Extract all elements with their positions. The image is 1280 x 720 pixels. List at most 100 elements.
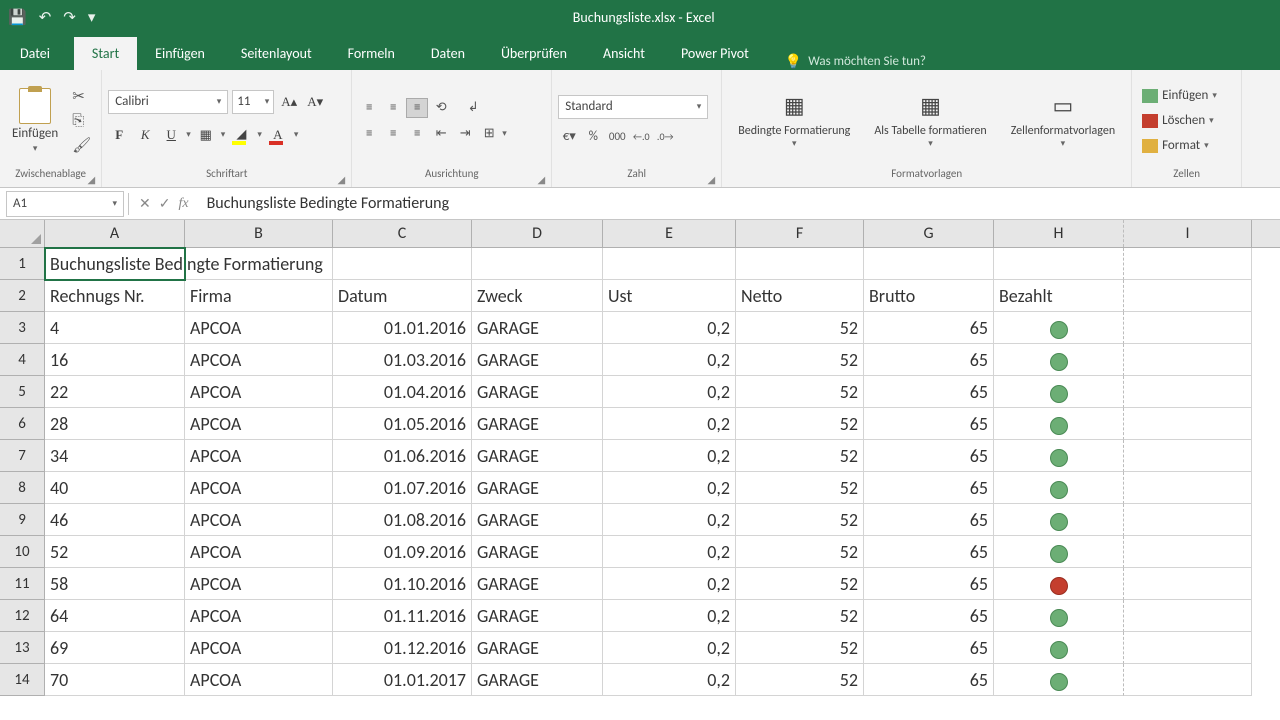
col-header[interactable]: H (994, 220, 1124, 247)
cell[interactable]: 01.07.2016 (333, 472, 472, 504)
cell[interactable]: 52 (736, 408, 864, 440)
cell[interactable]: 52 (736, 632, 864, 664)
cell[interactable]: Netto (736, 280, 864, 312)
cell[interactable]: 01.05.2016 (333, 408, 472, 440)
increase-font-button[interactable]: A▴ (278, 91, 300, 113)
row-header[interactable]: 13 (0, 632, 45, 664)
name-box[interactable]: A1▾ (6, 191, 124, 217)
cell[interactable]: GARAGE (472, 600, 603, 632)
cell[interactable]: 0,2 (603, 536, 736, 568)
row-header[interactable]: 6 (0, 408, 45, 440)
cell[interactable]: 52 (736, 312, 864, 344)
cell[interactable] (1124, 376, 1252, 408)
cell[interactable] (472, 248, 603, 280)
cell[interactable] (994, 664, 1124, 696)
tell-me-search[interactable]: 💡 Was möchten Sie tun? (785, 53, 926, 70)
align-top-button[interactable]: ≡ (358, 98, 380, 118)
cell[interactable] (994, 600, 1124, 632)
cell[interactable] (994, 440, 1124, 472)
cell[interactable]: APCOA (185, 312, 333, 344)
chevron-down-icon[interactable]: ▾ (294, 129, 299, 140)
cell[interactable]: 65 (864, 504, 994, 536)
cell[interactable]: APCOA (185, 536, 333, 568)
row-header[interactable]: 12 (0, 600, 45, 632)
cell[interactable]: 16 (45, 344, 185, 376)
tab-formulas[interactable]: Formeln (330, 37, 413, 70)
merge-center-button[interactable]: ⊞ (478, 124, 500, 144)
cell[interactable]: 52 (736, 472, 864, 504)
redo-icon[interactable]: ↷ (63, 8, 76, 27)
cell[interactable]: 0,2 (603, 312, 736, 344)
cell[interactable]: 01.04.2016 (333, 376, 472, 408)
cell[interactable]: 0,2 (603, 376, 736, 408)
cell[interactable]: APCOA (185, 600, 333, 632)
chevron-down-icon[interactable]: ▾ (257, 129, 262, 140)
wrap-text-button[interactable]: ↲ (462, 98, 484, 118)
percent-format-button[interactable]: % (582, 127, 604, 147)
cell[interactable]: 52 (736, 440, 864, 472)
col-header[interactable]: F (736, 220, 864, 247)
tab-home[interactable]: Start (74, 37, 137, 70)
col-header[interactable]: E (603, 220, 736, 247)
tab-powerpivot[interactable]: Power Pivot (663, 37, 767, 70)
tab-review[interactable]: Überprüfen (483, 37, 585, 70)
cell[interactable]: 0,2 (603, 472, 736, 504)
cell[interactable]: GARAGE (472, 408, 603, 440)
cell[interactable]: APCOA (185, 344, 333, 376)
cell[interactable]: GARAGE (472, 632, 603, 664)
col-header[interactable]: G (864, 220, 994, 247)
cell[interactable]: 52 (736, 600, 864, 632)
cell[interactable] (1124, 440, 1252, 472)
row-header[interactable]: 8 (0, 472, 45, 504)
format-cells-button[interactable]: Format ▾ (1138, 135, 1213, 156)
cell[interactable]: 4 (45, 312, 185, 344)
cell[interactable]: 01.09.2016 (333, 536, 472, 568)
cell[interactable]: 01.11.2016 (333, 600, 472, 632)
row-header[interactable]: 10 (0, 536, 45, 568)
cell[interactable]: GARAGE (472, 472, 603, 504)
row-header[interactable]: 4 (0, 344, 45, 376)
increase-decimal-button[interactable]: ←.0 (630, 127, 652, 147)
align-right-button[interactable]: ≡ (406, 124, 428, 144)
cell[interactable]: APCOA (185, 376, 333, 408)
cell[interactable]: 65 (864, 536, 994, 568)
cell[interactable] (1124, 632, 1252, 664)
cell[interactable]: 0,2 (603, 568, 736, 600)
cell[interactable]: Ust (603, 280, 736, 312)
cell[interactable]: APCOA (185, 440, 333, 472)
cell[interactable]: GARAGE (472, 440, 603, 472)
cell[interactable]: GARAGE (472, 376, 603, 408)
row-header[interactable]: 14 (0, 664, 45, 696)
cell[interactable]: Zweck (472, 280, 603, 312)
cell[interactable] (1124, 664, 1252, 696)
cell[interactable]: 52 (736, 504, 864, 536)
cell[interactable]: 40 (45, 472, 185, 504)
cell[interactable] (994, 408, 1124, 440)
cancel-icon[interactable]: ✕ (139, 195, 151, 212)
borders-button[interactable]: ▦ (195, 124, 217, 146)
cell-styles-button[interactable]: ▭ Zellenformatvorlagen▾ (1001, 89, 1125, 151)
cell[interactable]: GARAGE (472, 504, 603, 536)
cell[interactable] (1124, 280, 1252, 312)
cell[interactable]: 01.10.2016 (333, 568, 472, 600)
cell[interactable]: Rechnugs Nr. (45, 280, 185, 312)
cell[interactable]: APCOA (185, 408, 333, 440)
cell[interactable]: 65 (864, 568, 994, 600)
orientation-button[interactable]: ⟲ (430, 98, 452, 118)
col-header[interactable]: D (472, 220, 603, 247)
delete-cells-button[interactable]: Löschen ▾ (1138, 110, 1218, 131)
tab-file[interactable]: Datei (10, 37, 74, 70)
row-header[interactable]: 11 (0, 568, 45, 600)
decrease-decimal-button[interactable]: .0→ (654, 127, 676, 147)
cell[interactable]: APCOA (185, 504, 333, 536)
cell[interactable]: 22 (45, 376, 185, 408)
cell[interactable] (994, 248, 1124, 280)
cell[interactable]: 46 (45, 504, 185, 536)
cell[interactable]: Datum (333, 280, 472, 312)
cell[interactable]: Buchungsliste Bedingte Formatierung (45, 248, 185, 280)
cell[interactable]: GARAGE (472, 664, 603, 696)
cell[interactable] (994, 632, 1124, 664)
cell[interactable]: 52 (736, 536, 864, 568)
fill-color-button[interactable]: ◢ (229, 124, 253, 146)
italic-button[interactable]: K (134, 124, 156, 146)
